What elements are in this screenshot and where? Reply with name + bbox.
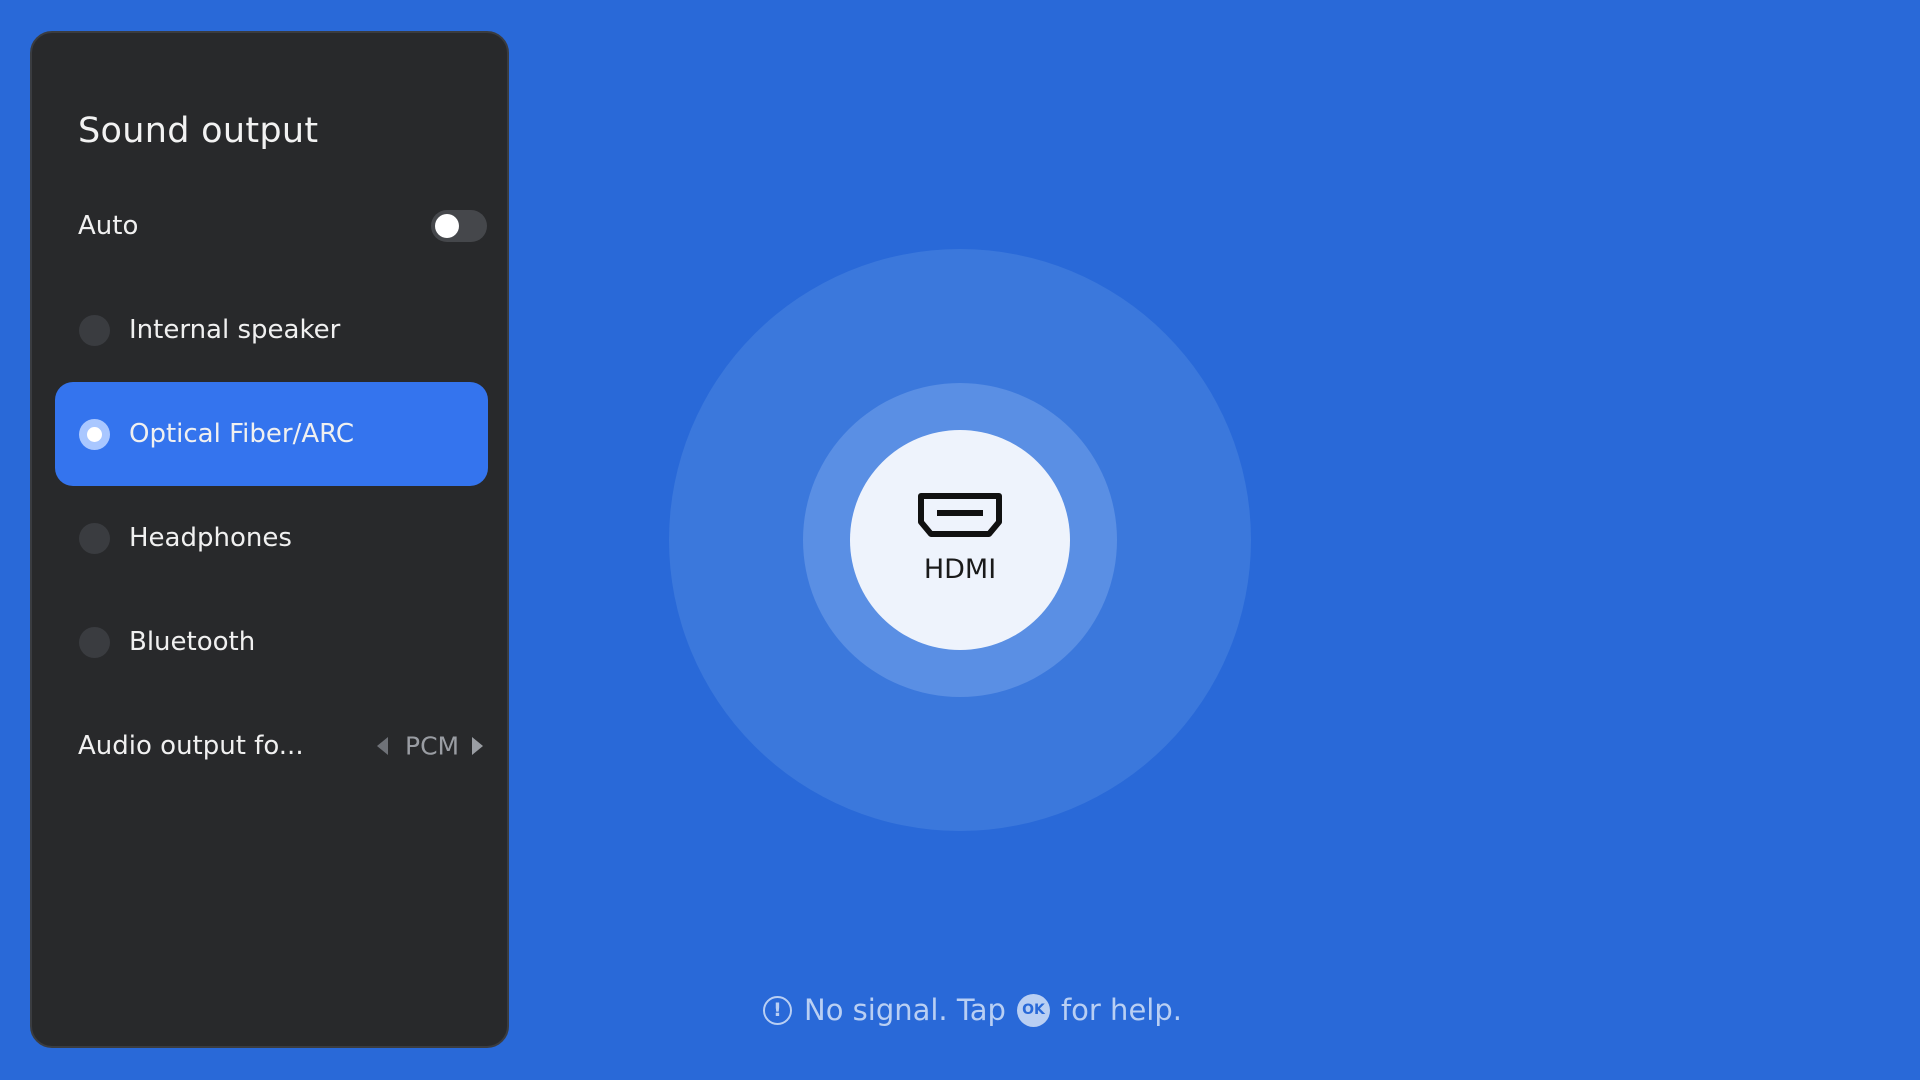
input-source-badge: HDMI [850,430,1070,650]
hint-text-before: No signal. Tap [804,993,1006,1027]
chevron-left-icon[interactable] [377,737,388,755]
panel-title: Sound output [78,111,319,151]
radio-button-selected[interactable] [79,418,110,450]
output-option-label: Bluetooth [129,627,256,657]
radio-button[interactable] [79,522,110,554]
auto-toggle[interactable] [431,210,487,242]
hint-text-after: for help. [1060,993,1182,1027]
toggle-knob [435,214,459,238]
radio-button[interactable] [79,626,110,658]
output-option-internal-speaker[interactable]: Internal speaker [55,278,488,382]
sound-output-panel: Sound output Auto Internal speaker Optic… [30,31,509,1048]
ok-key-icon: OK [1016,993,1050,1027]
audio-output-format-row[interactable]: Audio output fo... PCM [55,694,488,798]
info-circle-icon: ! [763,995,792,1025]
output-option-label: Optical Fiber/ARC [129,419,355,449]
auto-label: Auto [78,211,139,241]
no-signal-hint: ! No signal. Tap OK for help. [763,988,1182,1032]
sound-output-screen: Sound output Auto Internal speaker Optic… [0,0,1920,1080]
output-option-bluetooth[interactable]: Bluetooth [55,590,488,694]
hdmi-port-icon [918,493,1002,537]
output-option-optical-fiber-arc[interactable]: Optical Fiber/ARC [55,382,488,486]
chevron-right-icon[interactable] [472,737,483,755]
input-source-label: HDMI [923,554,997,585]
auto-row[interactable]: Auto [55,174,488,278]
output-option-label: Headphones [129,523,292,553]
output-option-headphones[interactable]: Headphones [55,486,488,590]
audio-output-format-label: Audio output fo... [78,731,304,761]
audio-output-format-value: PCM [405,731,460,761]
radio-button[interactable] [79,314,110,346]
output-option-label: Internal speaker [129,315,341,345]
